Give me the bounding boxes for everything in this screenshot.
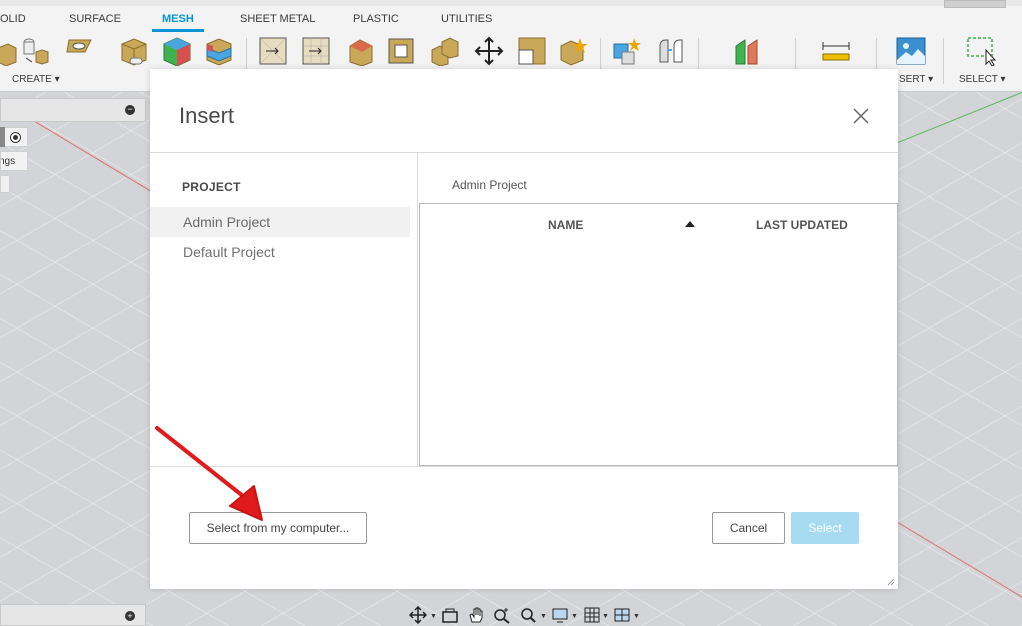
display-settings-icon[interactable]	[551, 606, 569, 624]
convert-mesh-icon[interactable]	[612, 36, 642, 66]
close-icon[interactable]	[850, 105, 872, 127]
tab-plastic[interactable]: PLASTIC	[353, 13, 399, 25]
column-header-last-updated[interactable]: LAST UPDATED	[756, 218, 848, 232]
pan-icon[interactable]	[467, 606, 485, 624]
mesh-box-icon[interactable]	[118, 36, 148, 66]
project-item-default[interactable]: Default Project	[150, 237, 410, 267]
x-axis-line-right	[897, 522, 1022, 606]
toolbar-tabs: OLID SURFACE MESH SHEET METAL PLASTIC UT…	[0, 0, 1022, 32]
browser-panel-header[interactable]: −	[0, 98, 146, 122]
column-divider	[417, 153, 418, 466]
radio-icon[interactable]	[10, 132, 21, 143]
fit-icon[interactable]	[519, 606, 537, 624]
tab-utilities[interactable]: UTILITIES	[441, 13, 492, 25]
header-divider	[150, 152, 898, 153]
breadcrumb[interactable]: Admin Project	[452, 178, 527, 192]
grid-icon[interactable]	[583, 606, 601, 624]
plane-cut-mesh-icon[interactable]	[301, 36, 331, 66]
viewports-icon[interactable]	[613, 606, 631, 624]
browser-row-stub	[0, 175, 10, 193]
combine-icon[interactable]	[430, 36, 460, 67]
collapse-icon[interactable]: −	[125, 105, 135, 115]
tessellate-icon[interactable]	[65, 36, 95, 66]
fit-caret-icon[interactable]: ▼	[540, 613, 547, 620]
shell-icon[interactable]	[346, 36, 376, 67]
select-from-computer-button[interactable]: Select from my computer...	[189, 512, 367, 544]
create-menu[interactable]: CREATE ▾	[12, 74, 60, 85]
section-analysis-icon[interactable]	[733, 36, 763, 66]
dialog-title: Insert	[179, 103, 235, 128]
orbit-icon[interactable]	[409, 606, 427, 624]
tab-solid[interactable]: OLID	[0, 13, 26, 25]
move-icon[interactable]	[474, 36, 504, 66]
footer-divider	[150, 466, 898, 467]
project-section-label: PROJECT	[182, 180, 241, 194]
file-table[interactable]: NAME LAST UPDATED	[419, 203, 898, 466]
active-tab-indicator	[152, 29, 204, 32]
browser-row-marker	[0, 127, 5, 147]
insert-image-icon[interactable]	[896, 36, 926, 66]
select-window-icon[interactable]	[966, 36, 997, 67]
align-icon[interactable]	[517, 36, 547, 66]
tab-sheet-metal[interactable]: SHEET METAL	[240, 13, 315, 25]
reverse-normal-icon[interactable]	[656, 36, 686, 66]
display-caret-icon[interactable]: ▼	[571, 613, 578, 620]
browser-settings-label: ngs	[0, 156, 16, 167]
y-axis-line	[898, 89, 1022, 143]
orbit-caret-icon[interactable]: ▼	[430, 613, 437, 620]
browser-settings-row[interactable]: ngs	[0, 151, 28, 171]
grid-caret-icon[interactable]: ▼	[602, 613, 609, 620]
project-item-admin[interactable]: Admin Project	[150, 207, 410, 237]
mesh-combine-icon[interactable]	[204, 36, 234, 66]
look-at-icon[interactable]	[441, 606, 459, 624]
insert-dialog: Insert PROJECT Admin Project Default Pro…	[150, 69, 898, 589]
insert-menu[interactable]: SERT ▾	[899, 74, 933, 85]
create-form-icon[interactable]	[20, 36, 50, 66]
select-button[interactable]: Select	[791, 512, 859, 544]
solid-box-icon[interactable]	[0, 36, 17, 67]
plane-cut-icon[interactable]	[258, 36, 288, 66]
zoom-icon[interactable]	[493, 606, 511, 624]
measure-icon[interactable]	[821, 36, 851, 66]
mesh-facet-color-icon[interactable]	[162, 36, 192, 67]
tab-mesh[interactable]: MESH	[162, 13, 194, 25]
add-comment-icon[interactable]: +	[125, 611, 135, 621]
sort-ascending-icon[interactable]	[685, 221, 695, 227]
select-menu[interactable]: SELECT ▾	[959, 74, 1006, 85]
generate-face-groups-icon[interactable]	[558, 36, 588, 66]
navigation-bar: ▼ ▼ ▼ ▼ ▼	[405, 604, 641, 626]
cancel-button[interactable]: Cancel	[712, 512, 785, 544]
hollow-icon[interactable]	[386, 36, 416, 66]
resize-grip-icon[interactable]	[887, 578, 895, 586]
viewports-caret-icon[interactable]: ▼	[633, 613, 640, 620]
comments-panel[interactable]: +	[0, 604, 146, 626]
toolbar-divider	[943, 38, 944, 84]
tab-surface[interactable]: SURFACE	[69, 13, 121, 25]
column-header-name[interactable]: NAME	[548, 218, 583, 232]
